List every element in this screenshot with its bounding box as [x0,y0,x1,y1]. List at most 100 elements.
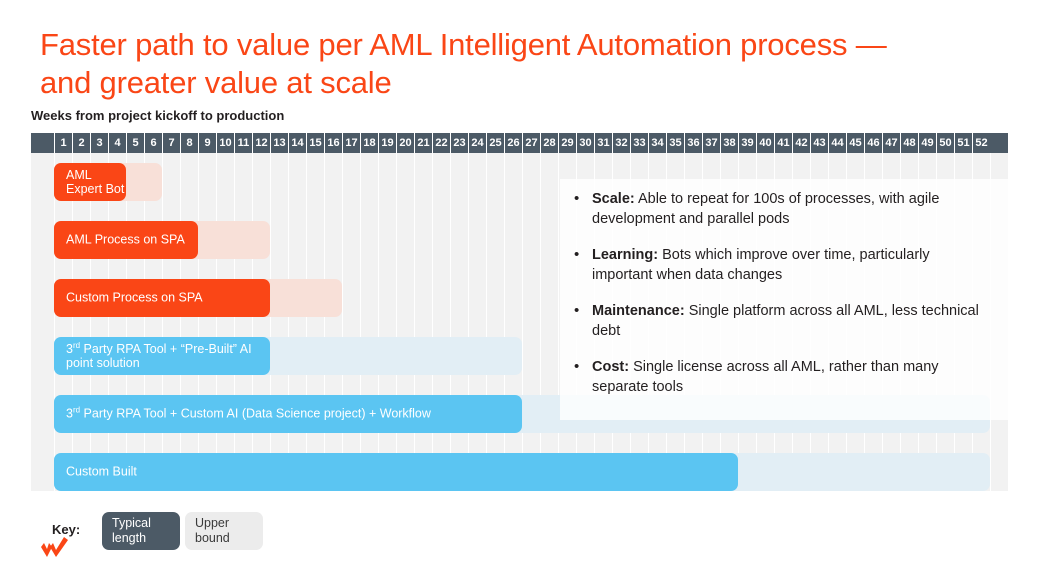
bullet-dot-icon: • [574,190,580,207]
gridline [486,153,487,491]
bar-typical[interactable]: Custom Process on SPA [54,279,270,317]
gridline [324,153,325,491]
week-cell-36: 36 [684,133,702,153]
bullet-dot-icon: • [574,246,580,263]
legend-chip-upper: Upper bound [185,512,263,550]
week-cell-22: 22 [432,133,450,153]
bar-typical[interactable]: 3rd Party RPA Tool + Custom AI (Data Sci… [54,395,522,433]
gridline [198,153,199,491]
week-cell-16: 16 [324,133,342,153]
gridline [270,153,271,491]
bullet-text: Learning: Bots which improve over time, … [592,247,930,283]
benefits-panel: • Scale: Able to repeat for 100s of proce… [560,179,1008,420]
week-cell-20: 20 [396,133,414,153]
legend-chip-typical-text: Typical length [112,516,151,545]
week-cell-5: 5 [126,133,144,153]
gridline [306,153,307,491]
week-cell-6: 6 [144,133,162,153]
legend-chip-upper-text: Upper bound [195,516,230,545]
week-header-spacer [31,133,54,153]
bullet-text: Cost: Single license across all AML, rat… [592,359,939,395]
bullet-dot-icon: • [574,358,580,375]
week-cell-49: 49 [918,133,936,153]
week-cell-43: 43 [810,133,828,153]
week-cell-2: 2 [72,133,90,153]
bar-row: Custom Built [31,453,1008,491]
week-cell-11: 11 [234,133,252,153]
gridline [522,153,523,491]
week-cell-39: 39 [738,133,756,153]
week-cell-52: 52 [972,133,990,153]
week-cell-32: 32 [612,133,630,153]
week-cell-50: 50 [936,133,954,153]
gridline [342,153,343,491]
bar-label: Custom Built [66,464,137,479]
week-cell-47: 47 [882,133,900,153]
week-cell-28: 28 [540,133,558,153]
week-cell-34: 34 [648,133,666,153]
week-cell-41: 41 [774,133,792,153]
bar-label: 3rd Party RPA Tool + “Pre-Built” AI point… [66,340,252,370]
week-cell-26: 26 [504,133,522,153]
chart-plot-area: AML Expert Bot AML Process on SPA Custom Pr… [31,153,1008,491]
bar-typical[interactable]: AML Process on SPA [54,221,198,259]
gridline [162,153,163,491]
week-cell-31: 31 [594,133,612,153]
week-cell-40: 40 [756,133,774,153]
week-cell-13: 13 [270,133,288,153]
gridline [288,153,289,491]
gridline [108,153,109,491]
gridline [180,153,181,491]
week-cell-17: 17 [342,133,360,153]
bullet-text: Maintenance: Single platform across all … [592,303,979,339]
gridline [54,153,55,491]
week-cell-9: 9 [198,133,216,153]
gridline [414,153,415,491]
bar-label: AML Expert Bot [66,168,125,196]
gridline [378,153,379,491]
gridline [234,153,235,491]
week-cell-23: 23 [450,133,468,153]
week-cell-25: 25 [486,133,504,153]
gridline [558,153,559,491]
benefit-bullet: • Learning: Bots which improve over time,… [574,245,994,285]
week-cell-27: 27 [522,133,540,153]
gantt-chart: 1 2 3 4 5 6 7 8 9 10 11 12 13 14 15 16 17 18 19 20 21 22 23 24 2… [31,133,1008,491]
gridline [450,153,451,491]
week-header-row: 1 2 3 4 5 6 7 8 9 10 11 12 13 14 15 16 17 18 19 20 21 22 23 24 2… [31,133,1008,153]
week-cell-24: 24 [468,133,486,153]
week-cell-3: 3 [90,133,108,153]
gridline [396,153,397,491]
bar-typical[interactable]: 3rd Party RPA Tool + “Pre-Built” AI point… [54,337,270,375]
week-cell-38: 38 [720,133,738,153]
gridline [468,153,469,491]
benefit-bullet: • Cost: Single license across all AML, ra… [574,357,994,397]
week-cell-29: 29 [558,133,576,153]
gridline [360,153,361,491]
week-cell-18: 18 [360,133,378,153]
week-cell-37: 37 [702,133,720,153]
gridline [144,153,145,491]
bar-typical[interactable]: AML Expert Bot [54,163,126,201]
bullet-heading: Learning: [592,247,659,263]
bullet-dot-icon: • [574,302,580,319]
bar-label: 3rd Party RPA Tool + Custom AI (Data Sci… [66,405,431,421]
gridline [540,153,541,491]
bullet-heading: Scale: [592,191,635,207]
week-cell-33: 33 [630,133,648,153]
gridline [72,153,73,491]
chart-subtitle: Weeks from project kickoff to production [31,108,285,123]
week-cell-14: 14 [288,133,306,153]
gridline [216,153,217,491]
week-cell-12: 12 [252,133,270,153]
gridline [432,153,433,491]
bar-label: Custom Process on SPA [66,290,203,305]
week-cell-4: 4 [108,133,126,153]
week-cell-15: 15 [306,133,324,153]
week-cell-1: 1 [54,133,72,153]
bar-typical[interactable]: Custom Built [54,453,738,491]
week-cell-35: 35 [666,133,684,153]
week-cell-21: 21 [414,133,432,153]
bullet-heading: Maintenance: [592,303,685,319]
gridline [252,153,253,491]
